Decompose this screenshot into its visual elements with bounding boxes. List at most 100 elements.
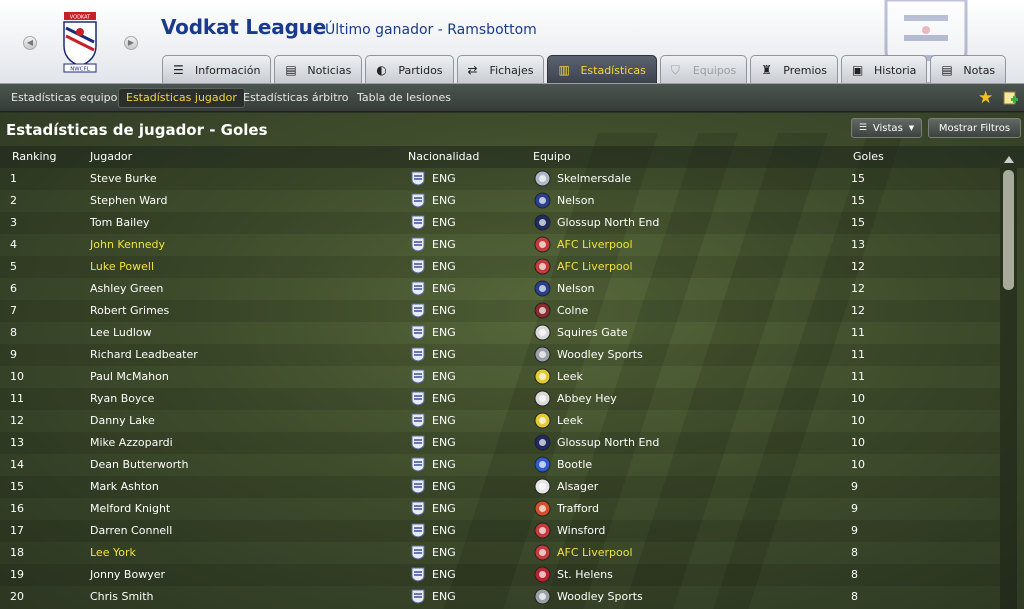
nationality-cell: ENG	[432, 392, 456, 405]
table-row[interactable]: 14 Dean Butterworth ENG Bootle 10	[0, 454, 1000, 476]
club-name[interactable]: Glossup North End	[557, 216, 659, 229]
club-name[interactable]: Skelmersdale	[557, 172, 631, 185]
player-name[interactable]: Lee York	[90, 546, 136, 559]
club-name[interactable]: AFC Liverpool	[557, 260, 633, 273]
ranking-cell: 4	[10, 238, 17, 251]
add-note-icon[interactable]	[1003, 91, 1018, 106]
forward-arrow-icon[interactable]: ▶	[124, 36, 138, 50]
table-row[interactable]: 11 Ryan Boyce ENG Abbey Hey 10	[0, 388, 1000, 410]
club-name[interactable]: Leek	[557, 370, 583, 383]
club-name[interactable]: Woodley Sports	[557, 590, 643, 603]
favourite-star-icon[interactable]: ★	[978, 88, 993, 108]
player-name[interactable]: Mike Azzopardi	[90, 436, 173, 449]
table-row[interactable]: 20 Chris Smith ENG Woodley Sports 8	[0, 586, 1000, 608]
player-name[interactable]: Lee Ludlow	[90, 326, 152, 339]
col-goals[interactable]: Goles	[853, 150, 884, 163]
club-name[interactable]: Nelson	[557, 194, 595, 207]
club-name[interactable]: AFC Liverpool	[557, 546, 633, 559]
player-name[interactable]: Paul McMahon	[90, 370, 169, 383]
club-name[interactable]: AFC Liverpool	[557, 238, 633, 251]
player-name[interactable]: Ryan Boyce	[90, 392, 154, 405]
tab-premios[interactable]: ♜ Premios	[750, 55, 838, 83]
table-row[interactable]: 10 Paul McMahon ENG Leek 11	[0, 366, 1000, 388]
england-flag-icon	[411, 391, 425, 406]
tab-equipos[interactable]: ⛉ Equipos	[659, 55, 748, 83]
goals-cell: 15	[851, 194, 865, 207]
player-name[interactable]: Luke Powell	[90, 260, 154, 273]
player-name[interactable]: Steve Burke	[90, 172, 157, 185]
club-name[interactable]: Glossup North End	[557, 436, 659, 449]
player-name[interactable]: Danny Lake	[90, 414, 155, 427]
player-name[interactable]: Robert Grimes	[90, 304, 169, 317]
table-row[interactable]: 6 Ashley Green ENG Nelson 12	[0, 278, 1000, 300]
table-header: Ranking Jugador Nacionalidad Equipo Gole…	[0, 146, 1024, 168]
player-name[interactable]: Melford Knight	[90, 502, 170, 515]
subtab-injury-table[interactable]: Tabla de lesiones	[350, 88, 458, 108]
views-dropdown-button[interactable]: ☰ Vistas ▼	[851, 118, 922, 138]
club-name[interactable]: Alsager	[557, 480, 598, 493]
england-flag-icon	[411, 589, 425, 604]
last-winner-subtitle: Último ganador - Ramsbottom	[325, 22, 537, 38]
col-player[interactable]: Jugador	[90, 150, 132, 163]
club-badge-icon	[534, 434, 551, 451]
club-name[interactable]: Bootle	[557, 458, 592, 471]
club-name[interactable]: St. Helens	[557, 568, 613, 581]
player-name[interactable]: Richard Leadbeater	[90, 348, 198, 361]
table-row[interactable]: 7 Robert Grimes ENG Colne 12	[0, 300, 1000, 322]
tab-notas[interactable]: ▤ Notas	[930, 55, 1007, 83]
show-filters-button[interactable]: Mostrar Filtros	[928, 118, 1021, 138]
club-name[interactable]: Leek	[557, 414, 583, 427]
table-row[interactable]: 16 Melford Knight ENG Trafford 9	[0, 498, 1000, 520]
player-name[interactable]: Chris Smith	[90, 590, 154, 603]
table-row[interactable]: 2 Stephen Ward ENG Nelson 15	[0, 190, 1000, 212]
england-flag-icon	[411, 347, 425, 362]
subtab-team-stats[interactable]: Estadísticas equipo	[4, 88, 124, 108]
trophy-icon: ♜	[761, 62, 773, 77]
table-row[interactable]: 17 Darren Connell ENG Winsford 9	[0, 520, 1000, 542]
tab-estadisticas[interactable]: ▥ Estadísticas	[547, 55, 657, 83]
player-name[interactable]: Tom Bailey	[90, 216, 149, 229]
col-nationality[interactable]: Nacionalidad	[408, 150, 479, 163]
back-arrow-icon[interactable]: ◀	[23, 36, 37, 50]
club-name[interactable]: Winsford	[557, 524, 605, 537]
subtab-referee-stats[interactable]: Estadísticas árbitro	[236, 88, 356, 108]
club-badge-icon	[534, 302, 551, 319]
table-row[interactable]: 19 Jonny Bowyer ENG St. Helens 8	[0, 564, 1000, 586]
club-name[interactable]: Abbey Hey	[557, 392, 617, 405]
club-name[interactable]: Squires Gate	[557, 326, 628, 339]
club-name[interactable]: Woodley Sports	[557, 348, 643, 361]
tab-informacion[interactable]: ☰ Información	[162, 55, 272, 83]
table-row[interactable]: 5 Luke Powell ENG AFC Liverpool 12	[0, 256, 1000, 278]
table-row[interactable]: 13 Mike Azzopardi ENG Glossup North End 10	[0, 432, 1000, 454]
tab-noticias[interactable]: ▤ Noticias	[274, 55, 363, 83]
table-row[interactable]: 12 Danny Lake ENG Leek 10	[0, 410, 1000, 432]
scroll-up-arrow-icon[interactable]	[1004, 156, 1014, 163]
player-name[interactable]: Jonny Bowyer	[90, 568, 165, 581]
player-name[interactable]: Stephen Ward	[90, 194, 167, 207]
table-row[interactable]: 18 Lee York ENG AFC Liverpool 8	[0, 542, 1000, 564]
nationality-cell: ENG	[432, 458, 456, 471]
scroll-thumb[interactable]	[1003, 170, 1014, 290]
table-row[interactable]: 9 Richard Leadbeater ENG Woodley Sports 11	[0, 344, 1000, 366]
table-row[interactable]: 15 Mark Ashton ENG Alsager 9	[0, 476, 1000, 498]
player-name[interactable]: Darren Connell	[90, 524, 172, 537]
tab-historia[interactable]: ▣ Historia	[841, 55, 928, 83]
tab-partidos[interactable]: ◐ Partidos	[365, 55, 454, 83]
table-row[interactable]: 8 Lee Ludlow ENG Squires Gate 11	[0, 322, 1000, 344]
col-club[interactable]: Equipo	[533, 150, 571, 163]
player-name[interactable]: John Kennedy	[90, 238, 165, 251]
table-row[interactable]: 3 Tom Bailey ENG Glossup North End 15	[0, 212, 1000, 234]
club-name[interactable]: Trafford	[557, 502, 599, 515]
club-name[interactable]: Colne	[557, 304, 588, 317]
table-row[interactable]: 1 Steve Burke ENG Skelmersdale 15	[0, 168, 1000, 190]
table-row[interactable]: 4 John Kennedy ENG AFC Liverpool 13	[0, 234, 1000, 256]
player-name[interactable]: Mark Ashton	[90, 480, 159, 493]
player-name[interactable]: Dean Butterworth	[90, 458, 188, 471]
table-scrollbar[interactable]	[1000, 156, 1017, 609]
tab-fichajes[interactable]: ⇄ Fichajes	[456, 55, 545, 83]
player-name[interactable]: Ashley Green	[90, 282, 163, 295]
subtab-player-stats[interactable]: Estadísticas jugador	[118, 88, 245, 108]
club-name[interactable]: Nelson	[557, 282, 595, 295]
col-ranking[interactable]: Ranking	[12, 150, 57, 163]
ranking-cell: 1	[10, 172, 17, 185]
